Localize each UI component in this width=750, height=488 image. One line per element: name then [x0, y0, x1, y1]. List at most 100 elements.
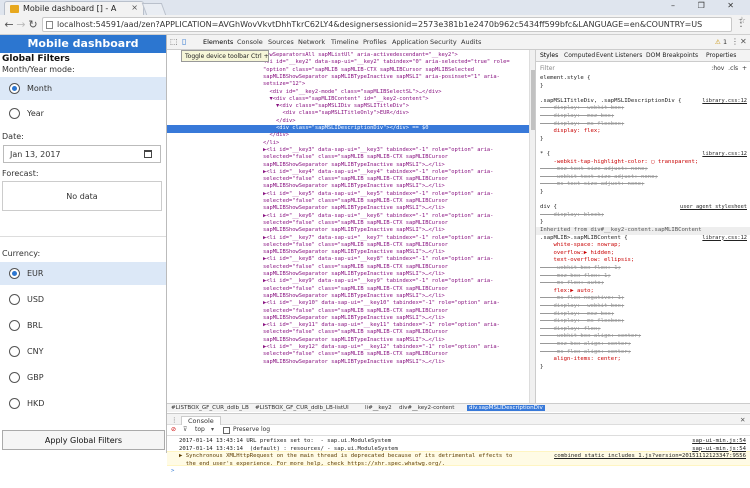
- tab-event-listeners[interactable]: Event Listeners: [596, 52, 642, 60]
- style-rule-line[interactable]: .sapMSLITitleDiv, .sapMSLIDescriptionDiv…: [540, 98, 681, 106]
- currency-option-gbp[interactable]: GBP: [0, 366, 166, 389]
- style-rule-line[interactable]: }: [540, 136, 543, 144]
- style-rule-line[interactable]: -ms-text-size-adjust: none;: [540, 181, 644, 189]
- currency-option-hkd[interactable]: HKD: [0, 392, 166, 415]
- dom-node-line[interactable]: sapMLIBShowSeparator sapMLIBTypeInactive…: [167, 359, 529, 367]
- style-rule-line[interactable]: overflow:▶ hidden;: [540, 250, 614, 258]
- devtools-close-icon[interactable]: ✕: [740, 37, 747, 46]
- radio-icon[interactable]: [9, 372, 20, 383]
- style-source-link[interactable]: user agent stylesheet: [680, 204, 747, 212]
- crumb-active[interactable]: div.sapMSLIDescriptionDiv: [467, 405, 545, 411]
- drawer-close-icon[interactable]: ✕: [740, 416, 745, 424]
- devtools-menu-icon[interactable]: ⋮: [731, 37, 739, 46]
- style-rule-line[interactable]: -ms-flex: auto;: [540, 280, 604, 288]
- radio-icon[interactable]: [9, 346, 20, 357]
- style-rule-line[interactable]: align-items: center;: [540, 356, 620, 364]
- style-rule-line[interactable]: }: [540, 83, 543, 91]
- style-rule-line[interactable]: -moz-box-flex: 1;: [540, 273, 610, 281]
- tab-computed[interactable]: Computed: [564, 52, 595, 60]
- tab-security[interactable]: Security: [430, 38, 457, 46]
- style-rule-line[interactable]: text-overflow: ellipsis;: [540, 257, 634, 265]
- style-rule-line[interactable]: -webkit-tap-highlight-color: ▢ transpare…: [540, 159, 698, 167]
- radio-icon[interactable]: [9, 398, 20, 409]
- style-rule-line[interactable]: flex:▶ auto;: [540, 288, 593, 296]
- mode-option-year[interactable]: Year: [0, 102, 166, 125]
- date-input[interactable]: Jan 13, 2017: [3, 145, 161, 163]
- radio-icon[interactable]: [9, 83, 20, 94]
- tab-profiles[interactable]: Profiles: [363, 38, 387, 46]
- crumb[interactable]: div#__key2-content: [399, 405, 454, 411]
- tab-console[interactable]: Console: [237, 38, 263, 46]
- style-rule-line[interactable]: -webkit-box-align: center;: [540, 333, 641, 341]
- console-source-link[interactable]: sap-ui-min.js:54: [692, 438, 746, 445]
- style-rule-line[interactable]: .sapMLIB>.sapMLIBContent {: [540, 235, 628, 243]
- tab-sources[interactable]: Sources: [268, 38, 294, 46]
- console-prompt[interactable]: >: [171, 468, 174, 475]
- apply-filters-button[interactable]: Apply Global Filters: [2, 430, 165, 450]
- inherited-from-label[interactable]: Inherited from div#__key2-content.sapMLI…: [536, 227, 750, 235]
- drawer-menu-icon[interactable]: ⋮: [171, 416, 178, 424]
- browser-menu-icon[interactable]: ⋮: [736, 18, 746, 29]
- crumb[interactable]: #LISTBOX_GF_CUR_ddlb_LB-listUl: [255, 405, 349, 411]
- style-rule-line[interactable]: -moz-text-size-adjust: none;: [540, 166, 647, 174]
- crumb[interactable]: #LISTBOX_GF_CUR_ddlb_LB: [171, 405, 249, 411]
- style-rules[interactable]: element.style {} .sapMSLITitleDiv, .sapMS…: [536, 75, 750, 403]
- crumb[interactable]: li#__key2: [365, 405, 392, 411]
- style-rule-line[interactable]: display: block;: [540, 212, 604, 220]
- browser-tab[interactable]: Mobile dashboard [] - A ×: [4, 1, 144, 15]
- tab-timeline[interactable]: Timeline: [331, 38, 359, 46]
- filter-actions[interactable]: :hov .cls +: [711, 65, 747, 73]
- inspect-icon[interactable]: ⬚: [170, 37, 178, 46]
- url-input[interactable]: localhost:54591/aad/zen?APPLICATION=AVGh…: [42, 17, 732, 32]
- style-rule-line[interactable]: -webkit-box-flex: 1;: [540, 265, 620, 273]
- radio-icon[interactable]: [9, 294, 20, 305]
- style-rule-line[interactable]: display: -webkit-box;: [540, 105, 624, 113]
- style-source-link[interactable]: library.css:12: [702, 235, 747, 243]
- device-toolbar-icon[interactable]: ▯: [182, 37, 186, 46]
- styles-filter[interactable]: Filter :hov .cls +: [536, 63, 750, 74]
- style-rule-line[interactable]: * {: [540, 151, 550, 159]
- currency-option-usd[interactable]: USD: [0, 288, 166, 311]
- tab-audits[interactable]: Audits: [461, 38, 481, 46]
- warning-icon[interactable]: ⚠: [715, 38, 721, 46]
- mode-option-month[interactable]: Month: [0, 77, 166, 100]
- console-output[interactable]: 2017-01-14 13:43:14 URL prefixes set to:…: [167, 436, 750, 488]
- console-source-link[interactable]: combined_static_includes_1.js?version=20…: [554, 453, 746, 460]
- tab-styles[interactable]: Styles: [540, 52, 558, 60]
- clear-console-icon[interactable]: ⊘: [171, 426, 176, 433]
- currency-option-cny[interactable]: CNY: [0, 340, 166, 363]
- preserve-log-checkbox[interactable]: [223, 427, 230, 434]
- style-rule-line[interactable]: display: flex;: [540, 128, 600, 136]
- context-select[interactable]: top: [195, 426, 205, 433]
- style-rule-line[interactable]: display: flex;: [540, 326, 600, 334]
- reload-icon[interactable]: ↻: [26, 18, 40, 31]
- style-rule-line[interactable]: }: [540, 364, 543, 372]
- style-rule-line[interactable]: }: [540, 189, 543, 197]
- style-rule-line[interactable]: display: -moz-box;: [540, 311, 614, 319]
- tab-close-icon[interactable]: ×: [131, 3, 138, 12]
- tab-properties[interactable]: Properties: [706, 52, 736, 60]
- style-rule-line[interactable]: display: -webkit-box;: [540, 303, 624, 311]
- style-rule-line[interactable]: }: [540, 219, 543, 227]
- style-rule-line[interactable]: -moz-box-align: center;: [540, 341, 630, 349]
- style-source-link[interactable]: library.css:12: [702, 98, 747, 106]
- chevron-down-icon[interactable]: ▾: [211, 426, 214, 433]
- style-rule-line[interactable]: display: -ms-flexbox;: [540, 318, 624, 326]
- tab-dom-breakpoints[interactable]: DOM Breakpoints: [646, 52, 698, 60]
- calendar-icon[interactable]: [144, 150, 152, 158]
- window-controls[interactable]: – ❐ ✕: [671, 1, 744, 10]
- style-rule-line[interactable]: -webkit-text-size-adjust: none;: [540, 174, 657, 182]
- tab-network[interactable]: Network: [298, 38, 325, 46]
- filter-icon[interactable]: ⊽: [183, 426, 187, 433]
- radio-icon[interactable]: [9, 268, 20, 279]
- style-rule-line[interactable]: display: -ms-flexbox;: [540, 121, 624, 129]
- currency-option-eur[interactable]: EUR: [0, 262, 166, 285]
- style-rule-line[interactable]: white-space: nowrap;: [540, 242, 620, 250]
- style-rule-line[interactable]: display: -moz-box;: [540, 113, 614, 121]
- tab-application[interactable]: Application: [392, 38, 428, 46]
- style-rule-line[interactable]: div {: [540, 204, 557, 212]
- tab-elements[interactable]: Elements: [203, 38, 233, 46]
- style-rule-line[interactable]: element.style {: [540, 75, 591, 83]
- style-source-link[interactable]: library.css:12: [702, 151, 747, 159]
- elements-tree[interactable]: howSeparatorsAll sapMListUl" aria-active…: [167, 50, 529, 403]
